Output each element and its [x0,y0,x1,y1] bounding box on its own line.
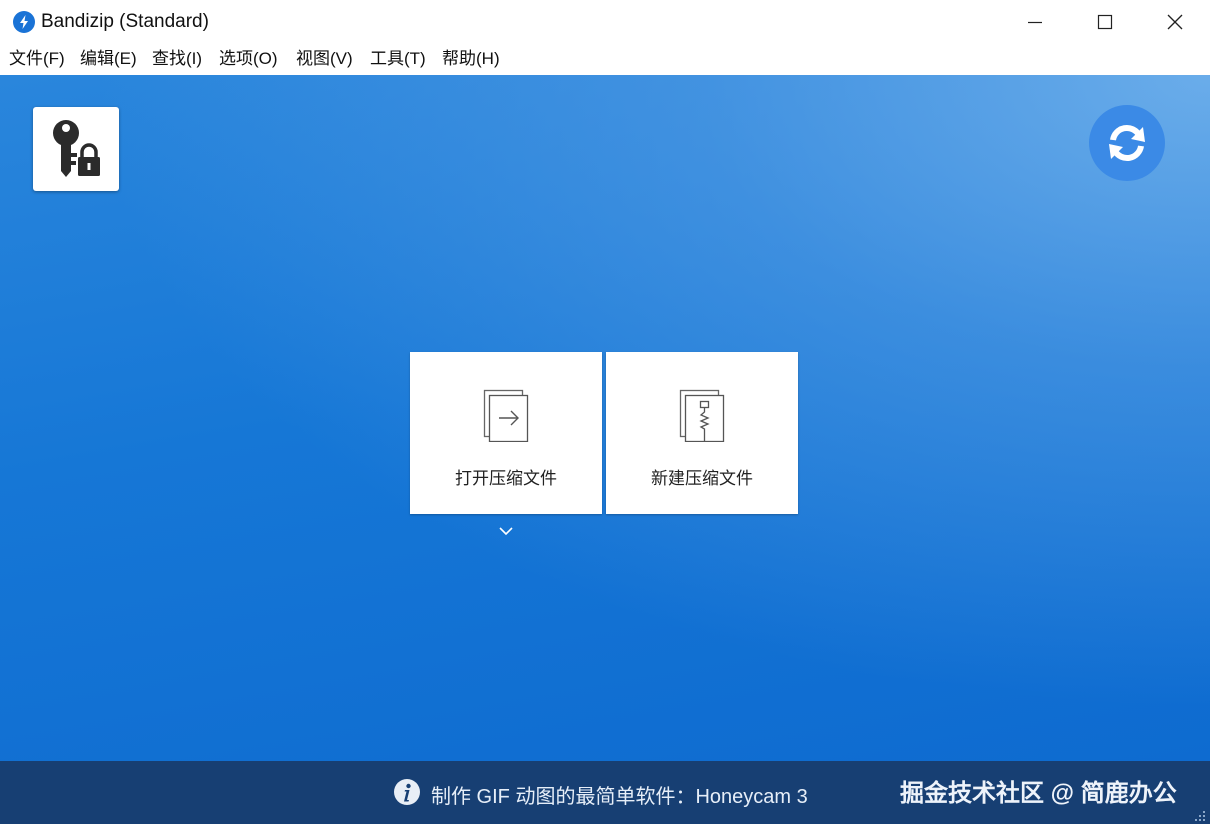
new-archive-label: 新建压缩文件 [651,469,753,488]
menu-view[interactable]: 视图(V) [296,48,353,70]
maximize-icon [1097,14,1113,30]
minimize-button[interactable] [1000,0,1070,44]
info-icon [393,778,421,806]
menu-tools[interactable]: 工具(T) [370,48,426,70]
menu-find[interactable]: 查找(I) [152,48,202,70]
menu-help[interactable]: 帮助(H) [442,48,500,70]
maximize-button[interactable] [1070,0,1140,44]
resize-grip[interactable] [1194,809,1206,821]
minimize-icon [1028,21,1042,24]
title-bar[interactable]: Bandizip (Standard) [0,0,1210,44]
menu-options[interactable]: 选项(O) [219,48,278,70]
menu-edit[interactable]: 编辑(E) [80,48,137,70]
promo-link[interactable]: 制作 GIF 动图的最简单软件：Honeycam 3 [431,780,808,809]
open-archive-label: 打开压缩文件 [455,469,557,488]
window-title: Bandizip (Standard) [41,11,209,32]
open-archive-tile[interactable]: 打开压缩文件 [410,352,602,514]
new-archive-icon [679,389,725,442]
main-panel: 打开压缩文件 新建压缩文件 [0,75,1210,761]
new-archive-tile[interactable]: 新建压缩文件 [606,352,798,514]
close-icon [1167,14,1183,30]
refresh-icon [1109,124,1145,162]
status-bar: 制作 GIF 动图的最简单软件：Honeycam 3 掘金技术社区 @ 简鹿办公 [0,761,1210,824]
more-options-button[interactable] [497,524,515,536]
menu-bar: 文件(F) 编辑(E) 查找(I) 选项(O) 视图(V) 工具(T) 帮助(H… [0,44,1210,74]
chevron-down-icon [499,527,513,536]
watermark-text: 掘金技术社区 @ 简鹿办公 [900,780,1177,807]
open-archive-icon [483,389,529,442]
refresh-button[interactable] [1089,105,1165,181]
bandizip-logo-icon [13,11,35,33]
password-manager-button[interactable] [33,107,119,191]
key-lock-icon [53,120,100,177]
menu-file[interactable]: 文件(F) [9,48,65,70]
close-button[interactable] [1140,0,1210,44]
bandizip-window: Bandizip (Standard) 文件(F) 编辑(E) 查找(I) 选项… [0,0,1210,824]
